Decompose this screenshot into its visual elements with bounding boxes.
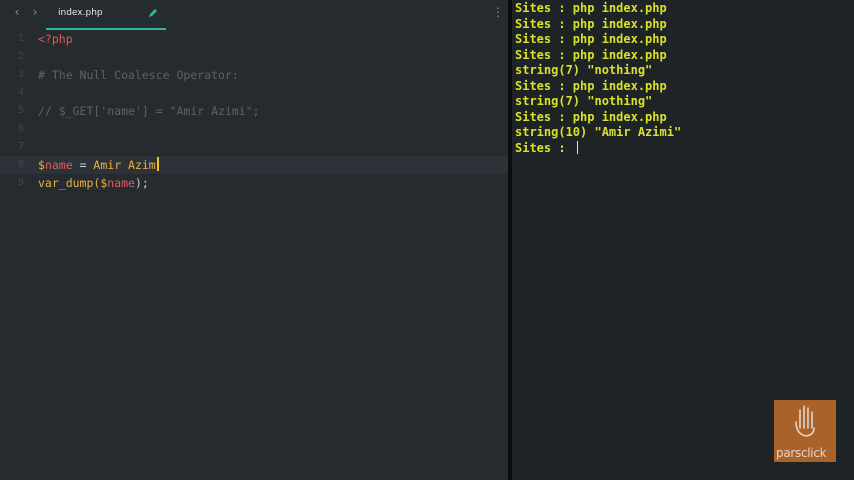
line-text: # The Null Coalesce Operator: [38, 68, 239, 82]
tab-label: index.php [58, 8, 103, 18]
code-line: 9 var_dump($name); [0, 174, 508, 192]
terminal-line: string(10) "Amir Azimi" [515, 125, 682, 139]
chevron-left-icon[interactable]: ‹ [10, 5, 24, 19]
pencil-icon[interactable] [148, 8, 158, 18]
terminal-line: Sites : php index.php [515, 32, 667, 46]
line-number: 4 [17, 87, 24, 98]
terminal-line: Sites : php index.php [515, 109, 667, 124]
line-text: // $_GET['name'] = "Amir Azimi"; [38, 104, 260, 118]
variable-name: name [107, 176, 135, 190]
terminal-prompt-line[interactable]: Sites : [515, 140, 681, 157]
code-area[interactable]: 1 <?php 2 3 # The Null Coalesce Operator… [0, 30, 508, 192]
text-cursor [156, 157, 159, 171]
line-text: $name = Amir Azim [38, 156, 159, 174]
code-line: 3 # The Null Coalesce Operator: [0, 66, 508, 84]
code-editor[interactable]: ‹ › index.php ⋮ 1 <?php 2 3 # The Null C… [0, 0, 508, 480]
logo-wordmark: parsclick [776, 446, 827, 460]
terminal-output: Sites : php index.php Sites : php index.… [512, 1, 682, 157]
parsclick-logo: parsclick [774, 400, 836, 462]
code-line: 7 [0, 138, 508, 156]
more-vertical-icon[interactable]: ⋮ [492, 5, 504, 19]
function-call: var_dump( [38, 176, 101, 190]
terminal-line: string(7) "nothing" [515, 94, 653, 108]
statement-end: ); [134, 176, 149, 190]
code-line: 5 // $_GET['name'] = "Amir Azimi"; [0, 102, 508, 120]
code-line-active[interactable]: 8 $name = Amir Azim [0, 156, 508, 174]
dollar-sign: $ [38, 158, 45, 172]
terminal-line: Sites : php index.php [515, 1, 667, 15]
terminal-prompt: Sites : [515, 140, 573, 155]
chevron-right-icon[interactable]: › [28, 5, 42, 19]
terminal-cursor [576, 140, 578, 154]
line-text: <?php [38, 32, 73, 46]
code-line: 1 <?php [0, 30, 508, 48]
line-number: 6 [17, 123, 24, 134]
tab-bar: ‹ › index.php ⋮ [0, 0, 508, 30]
line-number: 8 [17, 159, 24, 170]
terminal-line: Sites : php index.php [515, 78, 667, 93]
assign-operator: = [72, 158, 94, 172]
line-number: 3 [17, 69, 24, 80]
code-line: 4 [0, 84, 508, 102]
line-number: 1 [17, 33, 24, 44]
terminal-line: string(7) "nothing" [515, 63, 653, 77]
line-number: 9 [17, 177, 24, 188]
hand-cursor-icon [795, 405, 815, 437]
terminal-line: Sites : php index.php [515, 16, 667, 31]
tab-index-php[interactable]: index.php [46, 0, 166, 30]
line-text: var_dump($name); [38, 174, 149, 192]
line-number: 5 [17, 105, 24, 116]
code-line: 6 [0, 120, 508, 138]
code-line: 2 [0, 48, 508, 66]
terminal-line: Sites : php index.php [515, 47, 667, 62]
line-number: 2 [17, 51, 24, 62]
line-number: 7 [17, 141, 24, 152]
typed-value: Amir Azim [93, 158, 156, 172]
variable-name: name [44, 158, 73, 172]
